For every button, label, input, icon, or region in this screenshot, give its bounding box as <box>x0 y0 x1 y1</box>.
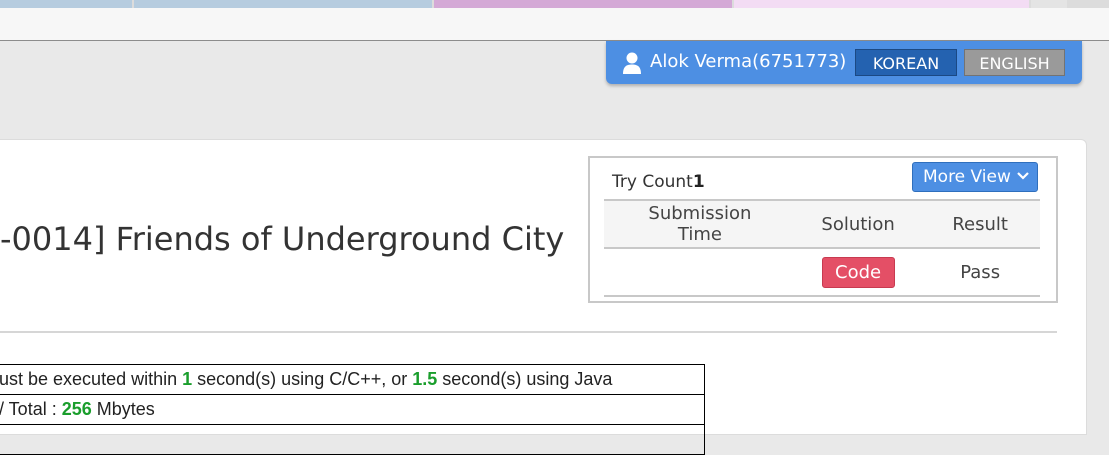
chevron-down-icon <box>1017 172 1029 180</box>
column-header-result: Result <box>920 199 1040 249</box>
browser-tab[interactable] <box>0 0 132 8</box>
submission-history-box: Try Count1 More View Submission Time Sol… <box>588 156 1058 303</box>
cell-solution: Code <box>795 248 921 297</box>
time-limit-cpp: 1 <box>182 369 193 389</box>
time-limit-text: second(s) using C/C++, or <box>192 369 413 389</box>
memory-limit-text: Mbytes <box>91 399 155 419</box>
submission-table: Submission Time Solution Result Code Pas… <box>604 199 1040 297</box>
user-bar: Alok Verma(6751773) KOREAN ENGLISH <box>606 41 1082 84</box>
try-count-label: Try Count <box>612 172 693 192</box>
try-count-value: 1 <box>692 172 705 192</box>
code-button[interactable]: Code <box>821 256 895 288</box>
limits-cell-empty <box>0 424 705 455</box>
divider <box>0 331 1057 333</box>
user-name[interactable]: Alok Verma(6751773) <box>650 51 846 73</box>
more-view-button[interactable]: More View <box>912 162 1038 192</box>
table-row <box>0 424 705 455</box>
user-icon <box>623 52 641 74</box>
memory-limit-text: / Total : <box>0 399 62 419</box>
try-count: Try Count1 <box>612 172 705 192</box>
browser-tab[interactable] <box>134 0 432 8</box>
browser-tab-strip <box>0 0 1109 8</box>
time-limit-java: 1.5 <box>412 369 438 389</box>
time-limit-cell: ust be executed within 1 second(s) using… <box>0 364 705 395</box>
browser-tab[interactable] <box>434 0 732 8</box>
column-header-submission-time: Submission Time <box>604 199 796 249</box>
browser-tab[interactable] <box>734 0 1029 8</box>
limits-table: ust be executed within 1 second(s) using… <box>0 364 705 455</box>
table-row: Code Pass <box>604 248 1040 297</box>
korean-language-button[interactable]: KOREAN <box>855 49 957 76</box>
browser-tab[interactable] <box>1031 0 1067 8</box>
english-language-button[interactable]: ENGLISH <box>964 49 1065 76</box>
time-limit-text: ust be executed within <box>0 369 183 389</box>
memory-limit-cell: / Total : 256 Mbytes <box>0 394 705 425</box>
cell-submission-time <box>604 248 796 297</box>
browser-toolbar <box>0 8 1109 41</box>
cell-result: Pass <box>920 248 1040 297</box>
time-limit-text: second(s) using Java <box>437 369 613 389</box>
table-header-row: Submission Time Solution Result <box>604 199 1040 249</box>
table-row: / Total : 256 Mbytes <box>0 394 705 425</box>
more-view-label: More View <box>923 167 1011 187</box>
column-header-solution: Solution <box>795 199 921 249</box>
memory-limit-value: 256 <box>61 399 92 419</box>
table-row: ust be executed within 1 second(s) using… <box>0 364 705 395</box>
problem-title: -0014] Friends of Underground City <box>0 220 565 258</box>
